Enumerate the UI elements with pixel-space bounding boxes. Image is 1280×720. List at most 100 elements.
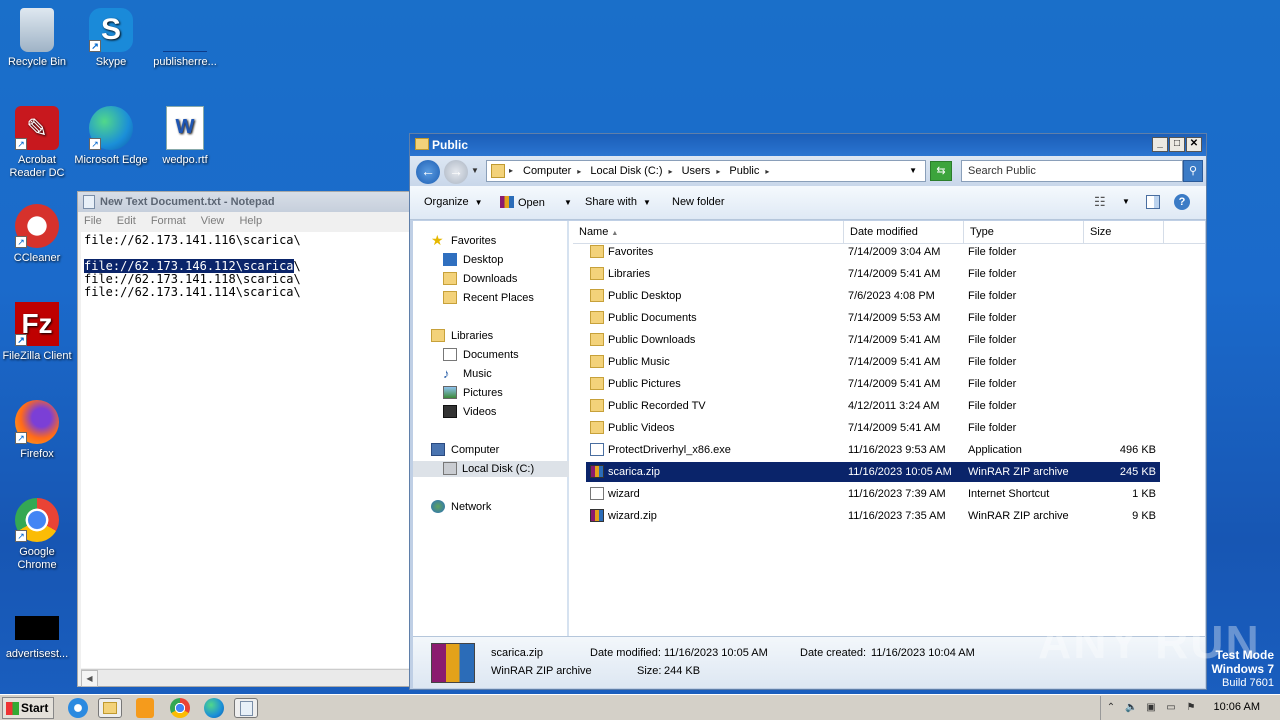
open-button[interactable]: Open [500,196,545,209]
file-row[interactable]: ProtectDriverhyl_x86.exe 11/16/2023 9:53 … [586,440,1160,460]
file-row[interactable]: Public Videos 7/14/2009 5:41 AM File folde… [586,418,1160,438]
menu-help[interactable]: Help [239,215,262,227]
maximize-button[interactable]: □ [1169,137,1185,152]
desktop-icon-skype[interactable]: S ↗ Skype [74,8,148,69]
chrome-icon: ↗ [15,498,59,542]
desktop-icon-firefox[interactable]: ↗ Firefox [0,400,74,461]
column-header-size[interactable]: Size [1084,221,1164,243]
nav-videos[interactable]: Videos [443,404,496,420]
notepad-window[interactable]: New Text Document.txt - Notepad File Edi… [77,191,417,687]
file-row[interactable]: Public Documents 7/14/2009 5:53 AM File fo… [586,308,1160,328]
refresh-button[interactable]: ⇆ [930,161,952,181]
taskbar-clock[interactable]: 10:06 AM [1214,701,1260,713]
nav-favorites[interactable]: ★ Favorites [431,233,496,249]
start-label: Start [21,701,49,715]
desktop-icon-chrome[interactable]: ↗ Google Chrome [0,498,74,572]
minimize-button[interactable]: _ [1152,137,1168,152]
help-icon[interactable]: ? [1174,194,1190,210]
file-date: 7/14/2009 5:41 AM [848,334,941,346]
column-header-date[interactable]: Date modified [844,221,964,243]
desktop-icon-publisher[interactable]: publisherre... [148,8,222,69]
preview-pane-icon[interactable] [1146,195,1160,209]
computer-icon [431,443,445,456]
taskbar-chrome-icon[interactable] [170,698,190,718]
desktop-icon-wedpo[interactable]: W wedpo.rtf [148,106,222,167]
file-row[interactable]: Public Music 7/14/2009 5:41 AM File folder [586,352,1160,372]
nav-downloads[interactable]: Downloads [443,271,517,287]
chevron-right-icon[interactable]: ▸ [716,167,720,176]
open-dropdown-button[interactable]: ▼ [558,196,572,208]
file-row[interactable]: Public Downloads 7/14/2009 5:41 AM File fo… [586,330,1160,350]
new-folder-button[interactable]: New folder [672,196,725,208]
chevron-right-icon[interactable]: ▸ [577,167,581,176]
desktop-icon-recycle-bin[interactable]: Recycle Bin [0,8,74,69]
nav-computer[interactable]: Computer [431,442,499,458]
menu-edit[interactable]: Edit [117,215,136,227]
network-tray-icon[interactable]: ▣ [1145,702,1157,714]
nav-documents[interactable]: Documents [443,347,519,363]
file-row[interactable]: Libraries 7/14/2009 5:41 AM File folder [586,264,1160,284]
recent-pages-dropdown[interactable]: ▼ [471,166,479,175]
share-with-button[interactable]: Share with ▼ [585,196,651,208]
shortcut-arrow-icon: ↗ [15,236,27,248]
desktop-icon-advertise[interactable]: advertisest... [0,616,74,661]
file-row[interactable]: wizard 11/16/2023 7:39 AM Internet Shortcu… [586,484,1160,504]
nav-pictures[interactable]: Pictures [443,385,503,401]
volume-icon[interactable]: 🔈 [1125,702,1137,714]
file-row[interactable]: Public Recorded TV 4/12/2011 3:24 AM File … [586,396,1160,416]
file-row[interactable]: Public Pictures 7/14/2009 5:41 AM File fol… [586,374,1160,394]
file-row[interactable]: Favorites 7/14/2009 3:04 AM File folder [586,242,1160,262]
nav-network[interactable]: Network [431,499,491,515]
scroll-left-icon[interactable]: ◀ [81,670,98,687]
back-button[interactable]: ← [416,160,440,184]
explorer-window[interactable]: Public _ □ ✕ ← → ▼ ▸ Computer ▸ Local Dis… [409,133,1207,690]
nav-local-disk[interactable]: Local Disk (C:) [413,461,569,477]
desktop-icon-filezilla[interactable]: Fz ↗ FileZilla Client [0,302,74,363]
nav-desktop[interactable]: Desktop [443,252,503,268]
nav-recent-places[interactable]: Recent Places [443,290,534,306]
breadcrumb-users[interactable]: Users [682,165,711,177]
menu-file[interactable]: File [84,215,102,227]
menu-format[interactable]: Format [151,215,186,227]
search-icon[interactable]: ⚲ [1183,160,1203,182]
skype-icon: S ↗ [89,8,133,52]
close-button[interactable]: ✕ [1186,137,1202,152]
view-options-icon[interactable]: ☷ [1094,194,1106,210]
forward-button[interactable]: → [444,160,468,184]
file-row[interactable]: scarica.zip 11/16/2023 10:05 AM WinRAR ZIP… [586,462,1160,482]
chevron-down-icon[interactable]: ▼ [1122,197,1130,206]
breadcrumb-public[interactable]: Public [729,165,759,177]
address-bar[interactable]: ▸ Computer ▸ Local Disk (C:) ▸ Users ▸ Publ… [486,160,926,182]
taskbar-edge-icon[interactable] [204,698,224,718]
start-button[interactable]: Start [2,697,54,719]
notepad-title-bar[interactable]: New Text Document.txt - Notepad [78,192,416,212]
nav-libraries[interactable]: Libraries [431,328,493,344]
desktop-icon-edge[interactable]: ↗ Microsoft Edge [74,106,148,167]
chevron-right-icon[interactable]: ▸ [765,167,769,176]
display-icon[interactable]: ▭ [1165,702,1177,714]
chevron-right-icon[interactable]: ▸ [669,167,673,176]
search-input[interactable]: Search Public [961,160,1183,182]
taskbar-explorer-icon[interactable] [98,698,122,718]
desktop-icon-ccleaner[interactable]: ↗ CCleaner [0,204,74,265]
breadcrumb-local-disk[interactable]: Local Disk (C:) [590,165,662,177]
desktop-icon-acrobat[interactable]: ✎ ↗ Acrobat Reader DC [0,106,74,180]
file-row[interactable]: wizard.zip 11/16/2023 7:35 AM WinRAR ZIP a… [586,506,1160,526]
address-dropdown-icon[interactable]: ▼ [909,161,917,181]
notepad-text-area[interactable]: file://62.173.141.116\scarica\ file://62… [81,232,416,668]
column-header-name[interactable]: Name ▲ [573,221,844,243]
nav-music[interactable]: ♪ Music [443,366,492,382]
column-header-type[interactable]: Type [964,221,1084,243]
organize-button[interactable]: Organize ▼ [424,196,483,208]
explorer-title-bar[interactable]: Public _ □ ✕ [410,134,1206,156]
flag-icon[interactable]: ⚑ [1185,702,1197,714]
file-row[interactable]: Public Desktop 7/6/2023 4:08 PM File folde… [586,286,1160,306]
taskbar-media-player-icon[interactable] [136,698,154,718]
breadcrumb-computer[interactable]: Computer [523,165,571,177]
taskbar-ie-icon[interactable] [68,698,88,718]
horizontal-scrollbar[interactable]: ◀ [81,669,416,687]
chevron-up-icon[interactable]: ⌃ [1105,702,1117,714]
menu-view[interactable]: View [201,215,225,227]
taskbar-notepad-icon[interactable] [234,698,258,718]
details-file-name: scarica.zip [491,647,543,659]
